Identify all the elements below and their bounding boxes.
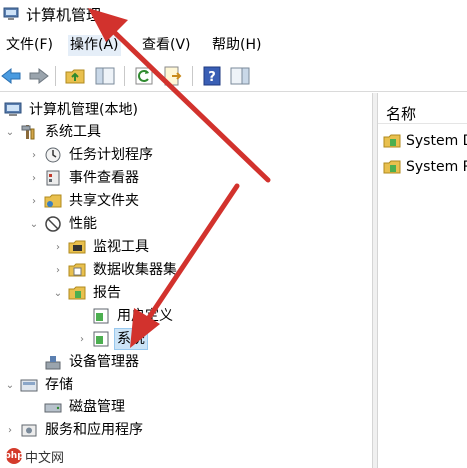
clock-icon (45, 147, 61, 163)
show-hide-action-pane-icon[interactable] (228, 64, 252, 88)
folder-icon (68, 263, 86, 277)
tree-item-data-collector-sets[interactable]: › 数据收集器集 (52, 259, 179, 281)
list-item-label: System P (406, 159, 467, 175)
reports-folder-icon (68, 286, 86, 300)
console-tree-icon[interactable] (93, 64, 117, 88)
up-folder-icon[interactable] (63, 64, 87, 88)
computer-management-icon (4, 102, 22, 116)
tree-item-system-tools[interactable]: ⌄ 系统工具 (4, 121, 103, 143)
chevron-right-icon[interactable]: › (28, 149, 40, 161)
services-icon (21, 424, 37, 437)
chevron-right-icon[interactable]: › (76, 333, 88, 345)
tree-label: 磁盘管理 (69, 399, 125, 415)
list-item[interactable]: System D (383, 130, 467, 152)
php-logo-icon: php (4, 448, 24, 464)
export-list-icon[interactable] (160, 64, 184, 88)
window-title: 计算机管理 (26, 6, 102, 24)
no-entry-icon (45, 216, 61, 232)
back-arrow-icon[interactable] (0, 64, 24, 88)
computer-management-icon (3, 7, 19, 20)
tree-label: 性能 (69, 216, 97, 232)
chevron-down-icon[interactable]: ⌄ (4, 126, 16, 138)
list-item-label: System D (406, 133, 467, 149)
tree-label: 监视工具 (93, 239, 149, 255)
report-icon (93, 331, 109, 347)
chevron-down-icon[interactable]: ⌄ (28, 218, 40, 230)
column-header-name[interactable]: 名称 (378, 103, 416, 125)
header-divider (378, 123, 467, 124)
tree-label: 用户定义 (117, 308, 173, 324)
tree-item-shared-folders[interactable]: › 共享文件夹 (28, 190, 141, 212)
details-pane: 名称 System D System P (378, 93, 467, 468)
chevron-right-icon[interactable]: › (28, 195, 40, 207)
refresh-icon[interactable] (132, 64, 156, 88)
disk-icon (44, 403, 62, 413)
toolbar-separator (55, 66, 56, 86)
tree-item-event-viewer[interactable]: › 事件查看器 (28, 167, 141, 189)
system-tools-icon (21, 125, 35, 140)
tree-item-storage[interactable]: ⌄ 存储 (4, 374, 75, 396)
device-manager-icon (45, 356, 61, 370)
help-icon[interactable]: ? (200, 64, 224, 88)
chevron-right-icon[interactable]: › (4, 424, 16, 436)
tree-item-system-report[interactable]: › 系统 (76, 328, 148, 350)
tree-label: 存储 (45, 377, 73, 393)
tree-item-task-scheduler[interactable]: › 任务计划程序 (28, 144, 155, 166)
chevron-right-icon[interactable]: › (52, 241, 64, 253)
tree-label: 任务计划程序 (69, 147, 153, 163)
menu-bar: 文件(F) 操作(A) 查看(V) 帮助(H) (0, 32, 467, 58)
chevron-right-icon[interactable]: › (28, 172, 40, 184)
tree-label: 共享文件夹 (69, 193, 139, 209)
report-folder-icon (383, 160, 401, 174)
watermark-text: 中文网 (25, 450, 65, 466)
menu-help[interactable]: 帮助(H) (210, 35, 263, 56)
menu-action[interactable]: 操作(A) (68, 35, 121, 56)
tree-item-monitoring-tools[interactable]: › 监视工具 (52, 236, 151, 258)
tree-item-performance[interactable]: ⌄ 性能 (28, 213, 99, 235)
report-folder-icon (383, 134, 401, 148)
tree-label: 系统 (114, 328, 148, 350)
menu-file[interactable]: 文件(F) (4, 35, 55, 56)
tree-label: 数据收集器集 (93, 262, 177, 278)
toolbar-separator (124, 66, 125, 86)
tree-item-user-defined[interactable]: 用户定义 (92, 305, 175, 327)
toolbar-separator (192, 66, 193, 86)
console-tree: 计算机管理(本地) ⌄ 系统工具 › 任务计划程序 › 事件查看器 › 共享文件… (0, 93, 372, 468)
shared-folder-icon (44, 194, 62, 208)
tree-label: 系统工具 (45, 124, 101, 140)
storage-icon (20, 379, 38, 392)
report-icon (93, 308, 109, 324)
tree-item-services-apps[interactable]: › 服务和应用程序 (4, 419, 145, 441)
tree-label: 计算机管理(本地) (29, 102, 138, 118)
svg-text:?: ? (208, 70, 216, 85)
chevron-down-icon[interactable]: ⌄ (4, 379, 16, 391)
chevron-right-icon[interactable]: › (52, 264, 64, 276)
forward-arrow-icon[interactable] (26, 64, 50, 88)
watermark: php 中文网 (4, 447, 65, 466)
tree-item-disk-management[interactable]: 磁盘管理 (44, 396, 127, 418)
tree-label: 事件查看器 (69, 170, 139, 186)
tree-item-reports[interactable]: ⌄ 报告 (52, 282, 123, 304)
toolbar: ? (0, 60, 467, 92)
menu-view[interactable]: 查看(V) (140, 35, 193, 56)
title-bar: 计算机管理 (0, 0, 467, 30)
tree-label: 服务和应用程序 (45, 422, 143, 438)
tree-label: 报告 (93, 285, 121, 301)
tree-item-device-manager[interactable]: 设备管理器 (44, 351, 141, 373)
folder-icon (68, 240, 86, 254)
tree-label: 设备管理器 (69, 354, 139, 370)
tree-item-root[interactable]: 计算机管理(本地) (4, 99, 140, 121)
list-item[interactable]: System P (383, 156, 467, 178)
event-log-icon (46, 170, 60, 186)
chevron-down-icon[interactable]: ⌄ (52, 287, 64, 299)
